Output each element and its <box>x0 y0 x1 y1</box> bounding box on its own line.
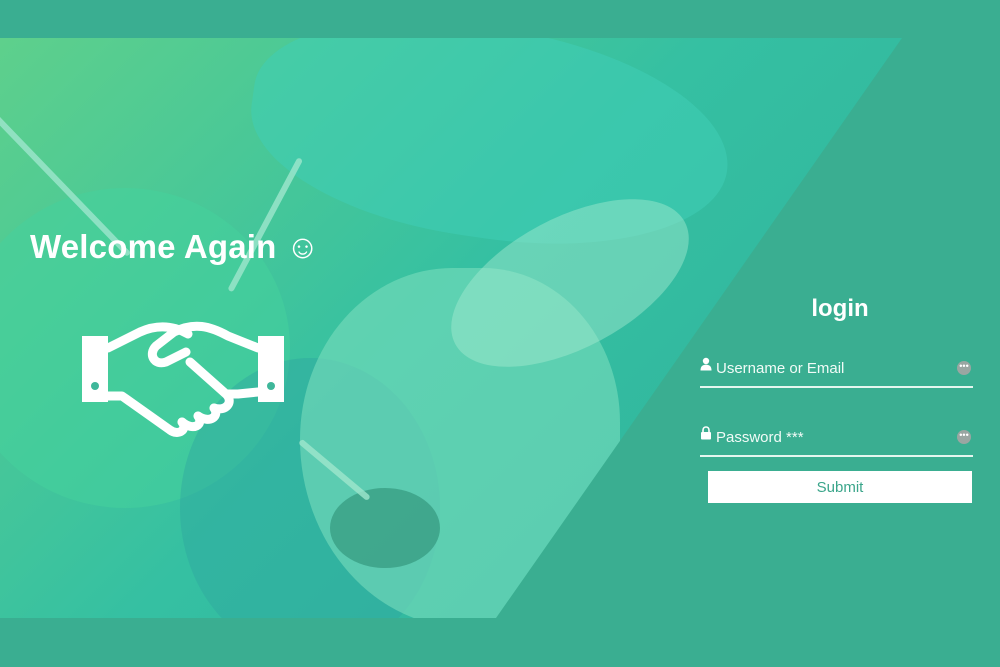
field-menu-icon[interactable]: ••• <box>957 430 971 444</box>
username-input[interactable] <box>716 356 946 380</box>
password-field[interactable]: ••• <box>700 423 973 457</box>
password-input[interactable] <box>716 425 946 449</box>
welcome-heading: Welcome Again ☺ <box>30 228 320 265</box>
login-title: login <box>811 295 869 322</box>
background-photo: Welcome Again ☺ login ••• ••• <box>0 38 1000 618</box>
handshake-icon <box>82 321 284 437</box>
username-field[interactable]: ••• <box>700 354 973 388</box>
photo-shape <box>330 488 440 568</box>
user-icon <box>700 357 712 371</box>
field-menu-icon[interactable]: ••• <box>957 361 971 375</box>
lock-icon <box>701 426 711 440</box>
submit-button[interactable]: Submit <box>708 471 972 503</box>
